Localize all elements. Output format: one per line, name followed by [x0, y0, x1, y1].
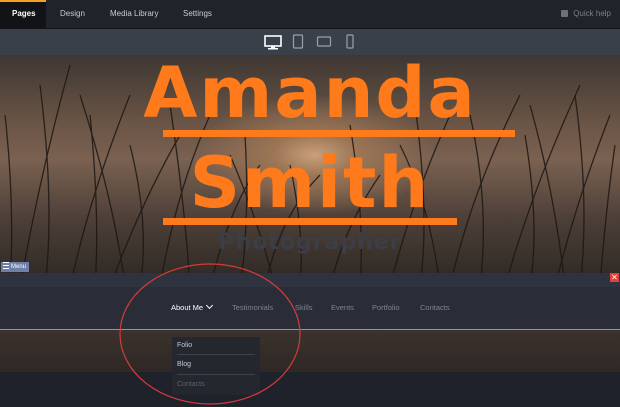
help-book-icon: [561, 10, 569, 17]
menu-section-tag[interactable]: Menu: [1, 262, 30, 272]
menu-item-portfolio[interactable]: Portfolio: [372, 303, 400, 312]
dropdown-item-contacts[interactable]: Contacts: [177, 381, 205, 388]
chevron-down-icon: [206, 301, 214, 310]
menu-item-skills[interactable]: Skills: [295, 303, 313, 312]
quick-help-label: Quick help: [573, 9, 611, 18]
top-navigation-bar: Pages Design Media Library Settings Quic…: [0, 0, 620, 29]
quick-help-link[interactable]: Quick help: [561, 0, 611, 28]
close-section-button[interactable]: ✕: [610, 273, 619, 282]
dropdown-item-blog[interactable]: Blog: [177, 361, 191, 368]
page-bottom-section: [0, 372, 620, 407]
dropdown-item-folio[interactable]: Folio: [177, 342, 192, 349]
menu-item-contacts[interactable]: Contacts: [420, 303, 450, 312]
dropdown-divider: [177, 354, 255, 355]
device-preview-toolbar: [0, 29, 620, 55]
menu-item-events[interactable]: Events: [331, 303, 354, 312]
tablet-portrait-icon[interactable]: [292, 29, 304, 55]
mobile-icon[interactable]: [345, 29, 355, 55]
tablet-landscape-icon[interactable]: [316, 29, 332, 55]
hero-name-line-1: Amanda: [143, 55, 477, 134]
about-me-dropdown: Folio Blog Contacts: [172, 337, 260, 395]
menu-tag-label: Menu: [11, 264, 27, 270]
hero-section[interactable]: Amanda Smith Photographer: [0, 55, 620, 287]
menu-item-label: About Me: [171, 303, 204, 312]
dropdown-divider: [177, 374, 255, 375]
title-underline-1: [163, 130, 515, 137]
hero-name-line-2: Smith: [189, 142, 431, 224]
hero-subtitle: Photographer: [218, 230, 402, 255]
menu-lines-icon: [3, 262, 9, 269]
grass-strip-background: [0, 330, 620, 372]
tab-design[interactable]: Design: [60, 0, 85, 28]
tab-settings[interactable]: Settings: [183, 0, 212, 28]
menu-item-testimonials[interactable]: Testimonials: [232, 303, 273, 312]
tab-pages[interactable]: Pages: [12, 0, 36, 28]
tab-media-library[interactable]: Media Library: [110, 0, 158, 28]
title-underline-2: [163, 218, 457, 225]
menu-item-about-me[interactable]: About Me: [171, 301, 214, 312]
menu-top-strip: [0, 273, 620, 287]
desktop-icon[interactable]: [263, 29, 283, 55]
